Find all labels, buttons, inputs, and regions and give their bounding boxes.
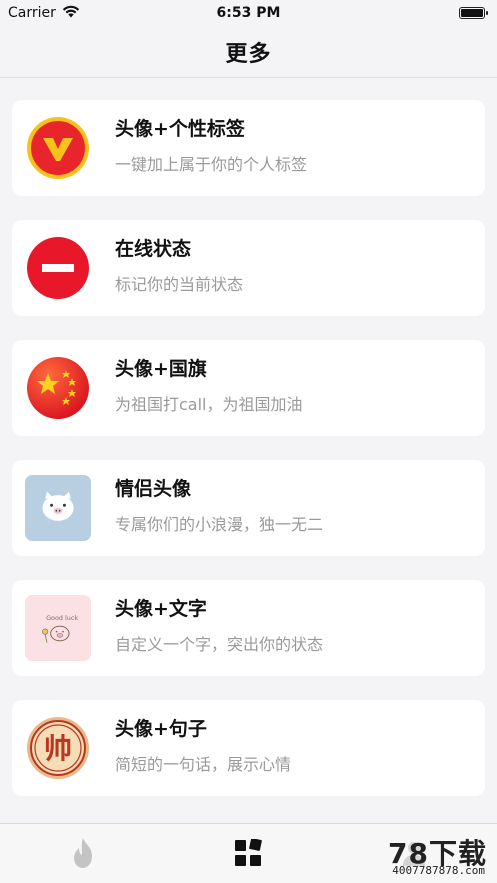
grid-icon [234,838,262,871]
item-subtitle: 专属你们的小浪漫，独一无二 [115,515,324,534]
battery-icon [459,7,488,19]
item-subtitle: 自定义一个字，突出你的状态 [115,635,324,654]
status-time: 6:53 PM [216,5,281,21]
pig-avatar-icon [25,475,91,541]
list-item-avatar-flag[interactable]: 头像+国旗 为祖国打call，为祖国加油 [12,340,485,436]
page-title: 更多 [225,41,272,67]
list-item-avatar-text[interactable]: Good luck 头像+文字 自定义一个字，突出你的状态 [12,580,485,676]
watermark-url: 4007787878.com [392,864,485,877]
status-bar: Carrier 6:53 PM [0,0,497,26]
item-subtitle: 一键加上属于你的个人标签 [115,155,308,174]
item-title: 头像+句子 [115,718,207,740]
nav-bar: 更多 [0,26,497,78]
flag-stars-icon [25,355,91,421]
list-item-online-status[interactable]: 在线状态 标记你的当前状态 [12,220,485,316]
shuai-seal-icon: 帅 [25,715,91,781]
list-item-avatar-sentence[interactable]: 帅 头像+句子 简短的一句话，展示心情 [12,700,485,796]
item-title: 在线状态 [115,238,192,260]
watermark: 78下载 4007787878.com [337,832,487,880]
svg-text:Good luck: Good luck [46,614,78,622]
item-title: 头像+文字 [115,598,207,620]
item-subtitle: 标记你的当前状态 [115,275,244,294]
item-title: 头像+个性标签 [115,118,245,140]
item-title: 情侣头像 [115,478,192,500]
item-subtitle: 为祖国打call，为祖国加油 [115,395,303,414]
svg-text:帅: 帅 [44,732,72,765]
v-badge-icon [25,115,91,181]
list-item-couple-avatar[interactable]: 情侣头像 专属你们的小浪漫，独一无二 [12,460,485,556]
tab-home[interactable] [66,838,100,872]
do-not-disturb-icon [25,235,91,301]
item-title: 头像+国旗 [115,358,207,380]
list-item-avatar-tag[interactable]: 头像+个性标签 一键加上属于你的个人标签 [12,100,485,196]
item-subtitle: 简短的一句话，展示心情 [115,755,292,774]
flame-icon [70,837,96,873]
good-luck-avatar-icon: Good luck [25,595,91,661]
tab-more[interactable] [231,838,265,872]
